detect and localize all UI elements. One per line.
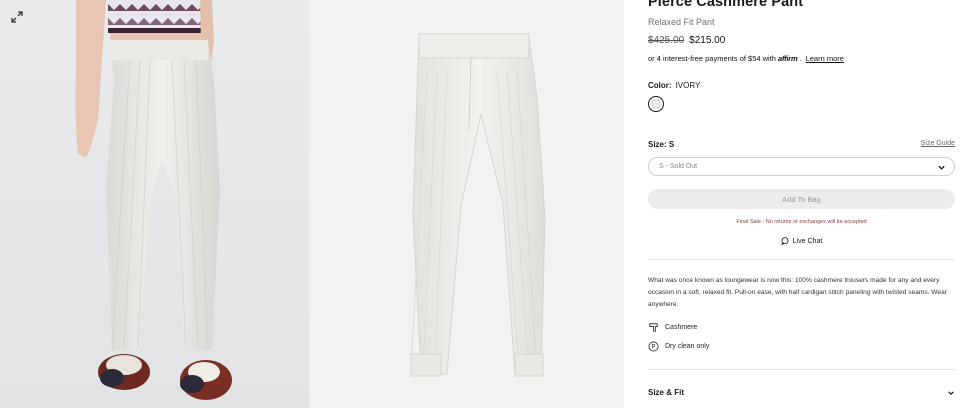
swatch-fill: [651, 99, 661, 109]
chevron-down-icon: [948, 391, 954, 395]
live-chat-button[interactable]: Live Chat: [648, 237, 955, 245]
material-feature: Cashmere: [648, 322, 697, 333]
divider: [648, 259, 955, 260]
model-photo[interactable]: [0, 0, 309, 408]
affirm-message: or 4 interest-free payments of $54 with …: [648, 54, 844, 63]
expand-image-button[interactable]: [8, 8, 26, 26]
size-guide-link[interactable]: Size Guide: [921, 140, 955, 147]
final-sale-notice: Final Sale - No returns or exchanges wil…: [736, 219, 867, 225]
care-icon-letter: P: [652, 345, 656, 351]
add-to-bag-button[interactable]: Add To Bag: [648, 189, 955, 209]
size-dropdown-value: S - Sold Out: [659, 163, 698, 170]
color-label: Color:: [648, 81, 672, 90]
original-price: $425.00: [648, 35, 685, 46]
fabric-icon: [648, 322, 659, 333]
expand-icon: [11, 11, 23, 23]
divider: [648, 369, 955, 370]
size-row: Size: S Size Guide: [648, 140, 955, 149]
affirm-text: or 4 interest-free payments of $54 with: [648, 54, 776, 63]
flat-lay-illustration: [410, 33, 546, 377]
size-fit-label: Size & Fit: [648, 388, 685, 397]
chat-bubble-icon: [780, 237, 789, 245]
learn-more-link[interactable]: Learn more: [806, 54, 844, 63]
care-label: Dry clean only: [665, 343, 710, 350]
size-label: Size: S: [648, 140, 675, 149]
dry-clean-icon: P: [648, 341, 659, 352]
color-value: IVORY: [675, 81, 701, 90]
model-photo-illustration: [75, 0, 232, 400]
care-feature: P Dry clean only: [648, 341, 709, 352]
flat-lay-photo[interactable]: [311, 0, 624, 408]
size-fit-accordion[interactable]: Size & Fit: [648, 388, 955, 397]
color-row: Color: IVORY: [648, 81, 700, 90]
material-label: Cashmere: [665, 324, 698, 331]
price-row: $425.00 $215.00: [648, 35, 725, 46]
product-info-panel: Pierce Cashmere Pant Relaxed Fit Pant $4…: [648, 0, 956, 408]
sale-price: $215.00: [689, 35, 726, 46]
chevron-down-icon: [938, 165, 945, 170]
live-chat-label: Live Chat: [792, 237, 823, 245]
product-subtitle: Relaxed Fit Pant: [648, 17, 715, 27]
affirm-logo: affirm: [777, 54, 798, 63]
color-swatch-ivory[interactable]: [648, 96, 664, 112]
product-description: What was once known as loungewear is now…: [648, 277, 947, 308]
product-gallery: [0, 0, 624, 408]
product-title: Pierce Cashmere Pant: [648, 0, 804, 10]
size-dropdown[interactable]: S - Sold Out: [648, 157, 955, 176]
